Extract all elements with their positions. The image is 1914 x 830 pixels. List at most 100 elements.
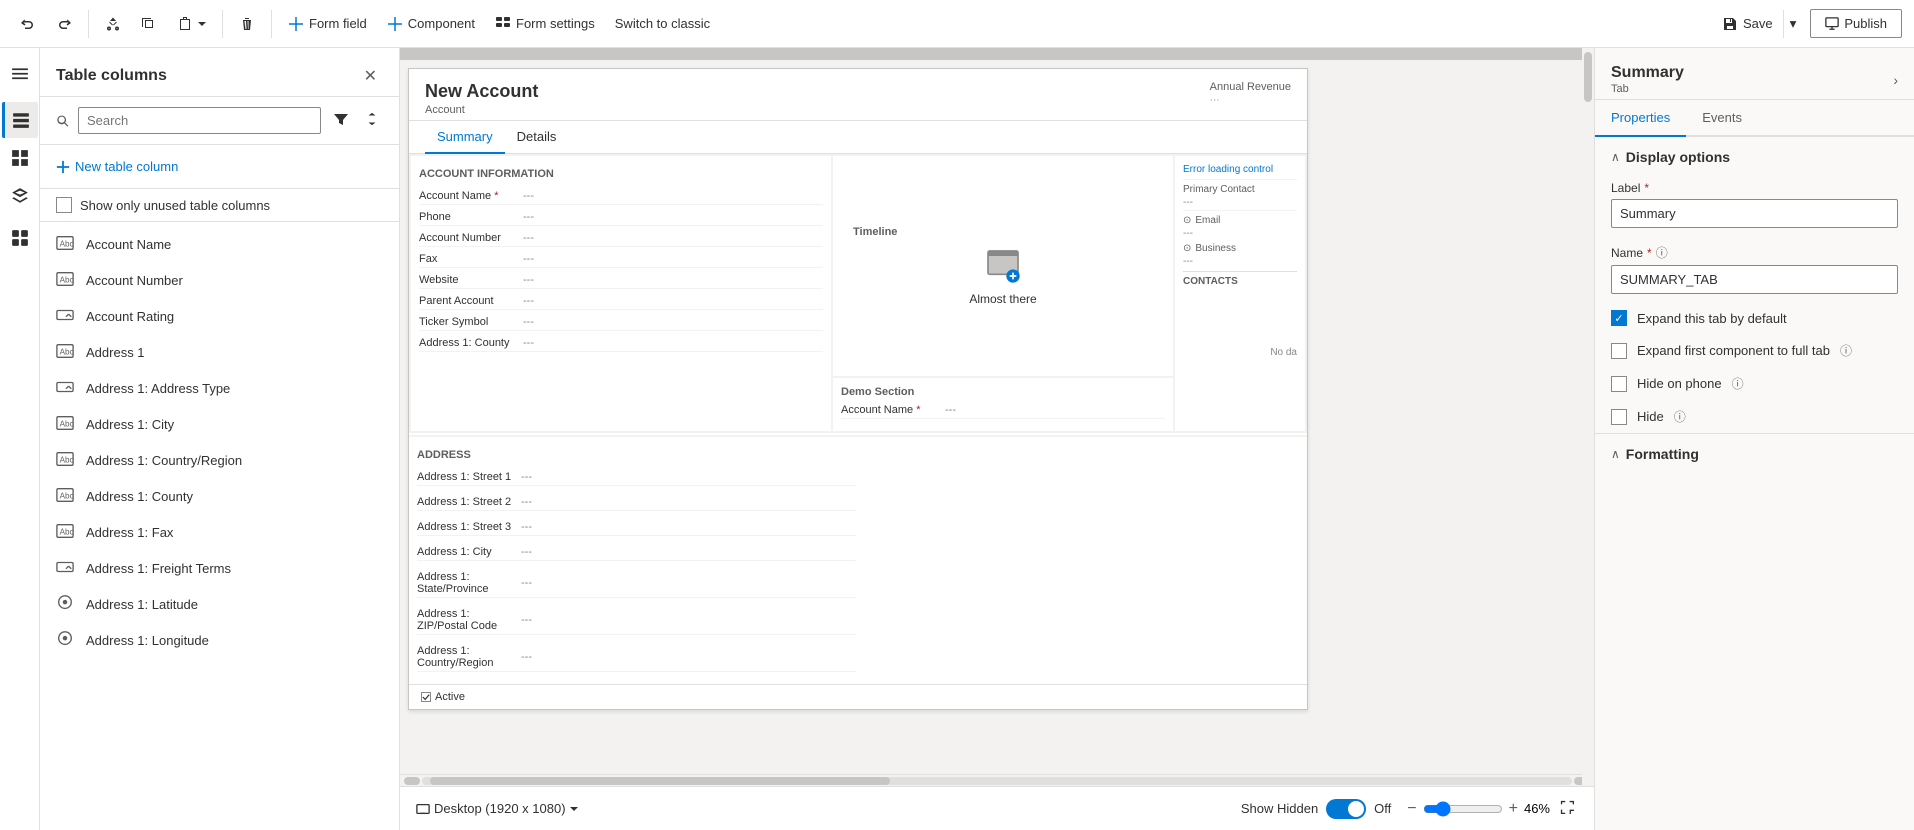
expand-first-info-icon[interactable]: ⓘ: [1840, 342, 1852, 359]
zoom-in-button[interactable]: +: [1509, 800, 1518, 818]
publish-button[interactable]: Publish: [1810, 9, 1902, 38]
form-field-row: Account Number ---: [419, 230, 823, 247]
grid-button[interactable]: [2, 140, 38, 176]
save-label: Save: [1743, 16, 1773, 31]
middle-column: Timeline Almost there: [833, 156, 1173, 431]
show-unused-checkbox[interactable]: [56, 197, 72, 213]
form-settings-button[interactable]: Form settings: [487, 10, 603, 38]
svg-text:Abc: Abc: [60, 348, 74, 357]
sep3: [271, 10, 272, 38]
error-loading[interactable]: Error loading control: [1183, 164, 1297, 175]
redo-button[interactable]: [48, 10, 80, 38]
hide-checkbox[interactable]: [1611, 409, 1627, 425]
properties-body: ∧ Display options Label * Name * ⓘ: [1595, 137, 1914, 830]
label-field-container: Label *: [1595, 173, 1914, 236]
add-component-button[interactable]: Component: [379, 10, 483, 38]
v-scroll-thumb: [1584, 52, 1592, 102]
list-item[interactable]: Address 1: Address Type: [40, 370, 399, 406]
expand-first-checkbox[interactable]: [1611, 343, 1627, 359]
display-options-section-header[interactable]: ∧ Display options: [1595, 137, 1914, 173]
hide-info-icon[interactable]: ⓘ: [1674, 408, 1686, 425]
copy-button[interactable]: [133, 10, 165, 38]
contacts-label: CONTACTS: [1183, 276, 1297, 287]
list-item[interactable]: Abc Address 1: City: [40, 406, 399, 442]
label-input[interactable]: [1611, 199, 1898, 228]
filter-button[interactable]: [329, 107, 353, 134]
formatting-section-header[interactable]: ∧ Formatting: [1595, 433, 1914, 470]
tab-summary[interactable]: Summary: [425, 121, 505, 154]
list-item[interactable]: Address 1: Freight Terms: [40, 550, 399, 586]
device-selector-button[interactable]: Desktop (1920 x 1080): [416, 801, 578, 816]
search-input[interactable]: [78, 107, 321, 134]
column-type-icon: Abc: [56, 234, 76, 254]
properties-header: Summary Tab ›: [1595, 48, 1914, 100]
switch-classic-label: Switch to classic: [615, 16, 710, 31]
name-input[interactable]: [1611, 265, 1898, 294]
h-scroll-track[interactable]: [422, 777, 1572, 785]
address-field: Address 1: Country/Region ---: [417, 643, 856, 672]
list-item[interactable]: Abc Address 1: [40, 334, 399, 370]
properties-expand-button[interactable]: ›: [1893, 72, 1898, 88]
name-info-icon[interactable]: ⓘ: [1656, 244, 1668, 261]
columns-close-button[interactable]: ✕: [358, 64, 383, 88]
undo-button[interactable]: [12, 10, 44, 38]
hide-on-phone-row: Hide on phone ⓘ: [1595, 367, 1914, 400]
columns-panel: Table columns ✕ New table column Show on…: [40, 48, 400, 830]
list-item[interactable]: Abc Address 1: Fax: [40, 514, 399, 550]
list-item[interactable]: Abc Address 1: County: [40, 478, 399, 514]
show-hidden-area: Show Hidden Off: [1241, 799, 1391, 819]
vertical-scrollbar[interactable]: [1582, 48, 1594, 786]
address-field: Address 1: State/Province ---: [417, 569, 856, 598]
hide-label: Hide: [1637, 409, 1664, 424]
account-info-title: ACCOUNT INFORMATION: [419, 164, 823, 188]
delete-button[interactable]: [231, 10, 263, 38]
fields-button[interactable]: [2, 102, 38, 138]
no-data-text: No da: [1183, 347, 1297, 358]
tab-properties[interactable]: Properties: [1595, 100, 1686, 137]
column-type-icon: [56, 558, 76, 578]
columns-list: Abc Account Name Abc Account Number Acco…: [40, 222, 399, 830]
form-field-row: Parent Account ---: [419, 293, 823, 310]
toggle-state-label: Off: [1374, 801, 1391, 816]
components-button[interactable]: [2, 220, 38, 256]
list-item[interactable]: Address 1: Latitude: [40, 586, 399, 622]
list-item[interactable]: Account Rating: [40, 298, 399, 334]
hide-on-phone-info-icon[interactable]: ⓘ: [1732, 375, 1744, 392]
column-type-icon: Abc: [56, 522, 76, 542]
zoom-out-button[interactable]: −: [1407, 800, 1416, 818]
right-column: Error loading control Primary Contact --…: [1175, 156, 1305, 431]
columns-actions: New table column: [40, 145, 399, 189]
tab-events[interactable]: Events: [1686, 100, 1758, 137]
list-item[interactable]: Abc Address 1: Country/Region: [40, 442, 399, 478]
hide-on-phone-checkbox[interactable]: [1611, 376, 1627, 392]
expand-tab-checkbox[interactable]: [1611, 310, 1627, 326]
column-item-label: Address 1: County: [86, 489, 193, 504]
show-unused-label: Show only unused table columns: [80, 198, 270, 213]
list-item[interactable]: Address 1: Longitude: [40, 622, 399, 658]
formatting-chevron: ∧: [1611, 447, 1620, 461]
show-hidden-toggle[interactable]: [1326, 799, 1366, 819]
display-options-chevron: ∧: [1611, 150, 1620, 164]
save-dropdown-button[interactable]: ▾: [1783, 10, 1803, 38]
list-item[interactable]: Abc Account Name: [40, 226, 399, 262]
fit-screen-button[interactable]: [1556, 798, 1578, 819]
account-info-section: ACCOUNT INFORMATION Account Name * --- P…: [411, 156, 831, 431]
switch-to-classic-button[interactable]: Switch to classic: [607, 10, 718, 37]
hide-row: Hide ⓘ: [1595, 400, 1914, 433]
horizontal-scrollbar[interactable]: [400, 774, 1594, 786]
canvas-inner: New Account Account Annual Revenue ⋯ Sum…: [400, 60, 1582, 718]
add-form-field-button[interactable]: Form field: [280, 10, 375, 38]
new-column-button[interactable]: New table column: [56, 155, 178, 178]
cut-button[interactable]: [97, 10, 129, 38]
layers-button[interactable]: [2, 178, 38, 214]
paste-dropdown-button[interactable]: [169, 10, 214, 38]
h-scroll-left[interactable]: [404, 777, 420, 785]
properties-panel: Summary Tab › Properties Events ∧ Displa…: [1594, 48, 1914, 830]
menu-button[interactable]: [2, 56, 38, 92]
form-title: New Account: [425, 81, 538, 102]
zoom-slider[interactable]: [1423, 801, 1503, 817]
save-button[interactable]: Save: [1712, 10, 1783, 38]
list-item[interactable]: Abc Account Number: [40, 262, 399, 298]
sort-button[interactable]: [361, 108, 383, 133]
tab-details[interactable]: Details: [505, 121, 569, 154]
